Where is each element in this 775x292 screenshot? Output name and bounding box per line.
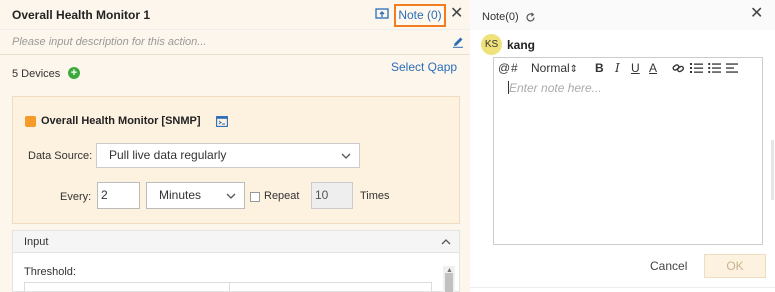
username: kang — [507, 38, 536, 52]
terminal-icon[interactable] — [216, 116, 228, 127]
chevron-down-icon — [226, 193, 236, 199]
scrollbar[interactable]: ▲ — [443, 266, 455, 292]
close-icon[interactable]: ✕ — [450, 5, 463, 23]
input-section: Input Threshold: ▲ — [12, 230, 460, 292]
repeat-label: Repeat — [264, 190, 300, 202]
pencil-icon[interactable] — [452, 36, 464, 48]
interval-unit-select[interactable]: Minutes — [146, 182, 245, 209]
monitor-card: Overall Health Monitor [SNMP] Data Sourc… — [12, 96, 460, 224]
threshold-label: Threshold: — [24, 266, 76, 278]
table-divider — [229, 283, 230, 292]
note-panel: Note(0) ✕ KS kang @ # Normal⇕ B I U A En… — [470, 0, 775, 292]
link-icon[interactable] — [672, 62, 685, 74]
updown-icon: ⇕ — [569, 64, 579, 75]
action-panel: Overall Health Monitor 1 Note (0) ✕ Plea… — [0, 0, 470, 292]
text-color-button[interactable]: A — [649, 61, 657, 75]
select-qapp-link[interactable]: Select Qapp — [391, 60, 457, 74]
chevron-up-icon[interactable] — [441, 238, 451, 245]
data-source-label: Data Source: — [28, 150, 93, 162]
chevron-down-icon — [341, 153, 351, 159]
refresh-icon[interactable] — [525, 12, 536, 23]
note-placeholder: Enter note here... — [509, 81, 602, 95]
align-left-icon[interactable] — [726, 62, 739, 74]
data-source-value: Pull live data regularly — [109, 148, 227, 162]
close-icon[interactable]: ✕ — [750, 5, 763, 23]
input-section-title: Input — [24, 236, 49, 248]
threshold-table — [24, 282, 432, 292]
hashtag-button[interactable]: # — [511, 61, 518, 75]
panel-scrollbar[interactable] — [771, 140, 774, 200]
note-text-area[interactable]: Enter note here... — [494, 78, 762, 244]
cancel-button[interactable]: Cancel — [650, 259, 687, 273]
repeat-times-input[interactable]: 10 — [311, 182, 353, 209]
note-button[interactable]: Note (0) — [394, 4, 446, 27]
every-label: Every: — [60, 191, 92, 203]
interval-input[interactable]: 2 — [97, 182, 140, 209]
bullet-list-icon[interactable] — [708, 62, 721, 74]
devices-row: 5 Devices + Select Qapp — [0, 55, 470, 90]
note-title: Note(0) — [482, 11, 519, 23]
style-select[interactable]: Normal⇕ — [531, 61, 578, 77]
action-title: Overall Health Monitor 1 — [12, 8, 151, 22]
ordered-list-icon[interactable] — [690, 62, 703, 74]
style-select-value: Normal — [531, 61, 570, 75]
avatar: KS — [481, 34, 502, 55]
devices-count[interactable]: 5 Devices — [12, 68, 60, 80]
snmp-icon — [25, 116, 36, 127]
repeat-checkbox[interactable] — [250, 192, 260, 202]
app-root: Overall Health Monitor 1 Note (0) ✕ Plea… — [0, 0, 775, 292]
editor-toolbar: @ # Normal⇕ B I U A — [494, 58, 762, 78]
action-header: Overall Health Monitor 1 Note (0) ✕ — [0, 0, 470, 30]
underline-button[interactable]: U — [631, 61, 640, 75]
interval-unit-value: Minutes — [159, 188, 202, 202]
bold-button[interactable]: B — [595, 61, 604, 75]
italic-button[interactable]: I — [615, 61, 620, 75]
note-editor: @ # Normal⇕ B I U A Enter note here... — [493, 57, 763, 245]
description-input[interactable]: Please input description for this action… — [12, 36, 206, 48]
times-label: Times — [360, 190, 390, 202]
input-section-header[interactable]: Input — [13, 231, 459, 253]
mention-button[interactable]: @ — [498, 61, 510, 75]
card-title: Overall Health Monitor [SNMP] — [41, 115, 201, 127]
scroll-thumb[interactable] — [445, 273, 453, 292]
share-icon[interactable] — [375, 8, 389, 20]
add-device-icon[interactable]: + — [68, 67, 80, 79]
note-header: Note(0) ✕ — [470, 0, 775, 30]
data-source-select[interactable]: Pull live data regularly — [96, 143, 360, 168]
description-bar: Please input description for this action… — [0, 30, 470, 55]
divider — [470, 287, 775, 288]
ok-button[interactable]: OK — [704, 254, 766, 278]
